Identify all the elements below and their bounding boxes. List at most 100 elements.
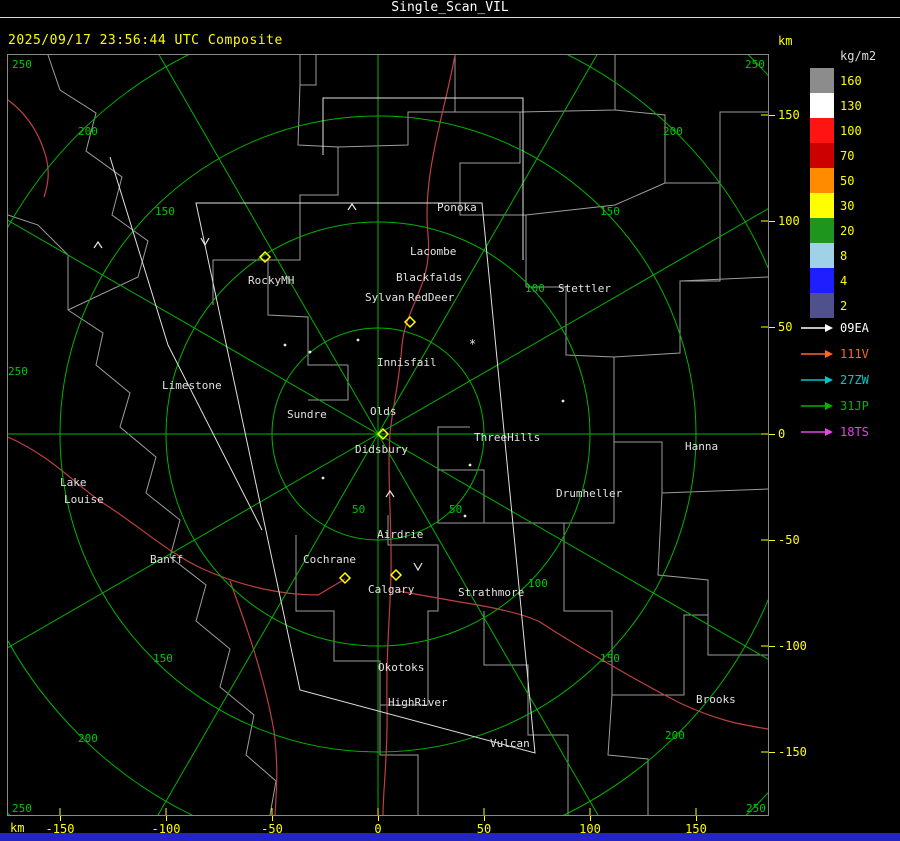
- legend-panel: kg/m2 160 130 100 70 50 30 20 8 4 2 09EA…: [801, 49, 876, 439]
- colorbar-swatch: [810, 93, 834, 118]
- city-label-cochrane: Cochrane: [303, 553, 356, 566]
- county-line: [295, 515, 439, 706]
- city-label-didsbury: Didsbury: [355, 443, 408, 456]
- city-label-blackfalds: Blackfalds: [396, 271, 462, 284]
- city-label-limestone: Limestone: [162, 379, 222, 392]
- echo-dot: [356, 338, 360, 342]
- county-line: [526, 286, 615, 442]
- echo-dot: [468, 463, 472, 467]
- highway-line: [7, 99, 49, 198]
- radar-id-label: 27ZW: [840, 373, 870, 387]
- colorbar-swatch: [810, 243, 834, 268]
- right-axis-label: 100: [778, 214, 800, 228]
- right-axis-unit: km: [778, 34, 793, 48]
- ring-label-250: 250: [745, 58, 765, 71]
- axis-tick: [769, 540, 775, 541]
- colorbar-swatch: [810, 68, 834, 93]
- city-label-brooks: Brooks: [696, 693, 736, 706]
- city-label-innisfail: Innisfail: [377, 356, 437, 369]
- colorbar-swatch: [810, 193, 834, 218]
- city-label-banff: Banff: [150, 553, 183, 566]
- colorbar-value: 130: [840, 99, 862, 113]
- ring-label-250: 250: [8, 365, 28, 378]
- radar-arrowhead-icon: [825, 376, 833, 384]
- county-line: [267, 84, 348, 366]
- radar-id-label: 111V: [840, 347, 869, 361]
- county-line: [308, 365, 349, 401]
- radar-map-frame: 50 50 100 100 150 150 150 150 200 200 20…: [0, 0, 900, 841]
- echo-dot: [321, 476, 325, 480]
- ring-label-200: 200: [78, 125, 98, 138]
- county-line: [614, 109, 768, 184]
- axis-tick: [166, 816, 167, 821]
- city-label-airdrie: Airdrie: [377, 528, 423, 541]
- city-label-three-hills: ThreeHills: [474, 431, 540, 444]
- axis-tick: [769, 115, 775, 116]
- county-line: [483, 611, 569, 815]
- axis-tick: [769, 646, 775, 647]
- county-line: [657, 492, 768, 656]
- radar-id-label: 18TS: [840, 425, 869, 439]
- highway-line: [7, 436, 346, 596]
- window-title-bar[interactable]: Single_Scan_VIL: [0, 0, 900, 18]
- right-axis-label: 0: [778, 427, 786, 441]
- county-line: [519, 55, 616, 113]
- echo-dot: [283, 343, 287, 347]
- city-label-sylvan: Sylvan: [365, 291, 405, 304]
- city-label-high-river: HighRiver: [388, 696, 448, 709]
- ring-label-150: 150: [600, 652, 620, 665]
- city-label-okotoks: Okotoks: [378, 661, 424, 674]
- colorbar-value: 4: [840, 274, 847, 288]
- city-label-hanna: Hanna: [685, 440, 718, 453]
- bottom-status-bar: [0, 833, 900, 841]
- colorbar-swatch: [810, 218, 834, 243]
- city-label-olds: Olds: [370, 405, 397, 418]
- ring-label-250: 250: [12, 58, 32, 71]
- county-line: [679, 276, 769, 282]
- ring-label-50: 50: [352, 503, 365, 516]
- ring-label-50: 50: [449, 503, 462, 516]
- right-axis: 150 100 50 0 -50 -100 -150: [769, 55, 807, 815]
- colorbar-swatch: [810, 143, 834, 168]
- city-label-stettler: Stettler: [558, 282, 611, 295]
- city-label-vulcan: Vulcan: [490, 737, 530, 750]
- radar-arrowhead-icon: [825, 324, 833, 332]
- county-line: [525, 182, 666, 216]
- axis-tick: [769, 434, 775, 435]
- axis-tick: [272, 816, 273, 821]
- city-label-sundre: Sundre: [287, 408, 327, 421]
- echo-marker-asterisk: *: [469, 337, 476, 351]
- radar-id-label: 09EA: [840, 321, 870, 335]
- radar-site-marker: [389, 568, 403, 582]
- city-label-strathmore: Strathmore: [458, 586, 524, 599]
- echo-marker-caret: [347, 202, 357, 211]
- highway-line: [397, 590, 769, 730]
- echo-dot: [463, 514, 467, 518]
- ring-label-150: 150: [155, 205, 175, 218]
- colorbar-value: 100: [840, 124, 862, 138]
- echo-dot: [561, 399, 565, 403]
- ring-label-100: 100: [525, 282, 545, 295]
- colorbar-value: 50: [840, 174, 854, 188]
- echo-marker-vee: [200, 237, 210, 247]
- axis-tick: [378, 816, 379, 821]
- county-line: [299, 55, 317, 86]
- ring-label-200: 200: [663, 125, 683, 138]
- radar-arrowhead-icon: [825, 402, 833, 410]
- right-axis-label: 150: [778, 108, 800, 122]
- axis-tick: [769, 327, 775, 328]
- axis-tick: [769, 221, 775, 222]
- county-line: [454, 55, 527, 287]
- city-label-drumheller: Drumheller: [556, 487, 623, 500]
- right-axis-label: -100: [778, 639, 807, 653]
- right-axis-label: -50: [778, 533, 800, 547]
- ring-label-250: 250: [746, 802, 766, 815]
- window-title: Single_Scan_VIL: [391, 0, 509, 15]
- map-canvas[interactable]: 50 50 100 100 150 150 150 150 200 200 20…: [0, 0, 900, 841]
- radar-arrowhead-icon: [825, 350, 833, 358]
- echo-marker-caret: [93, 240, 103, 249]
- colorbar-swatch: [810, 118, 834, 143]
- colorbar-swatch: [810, 168, 834, 193]
- colorbar-swatch: [810, 293, 834, 318]
- radar-id-label: 31JP: [840, 399, 869, 413]
